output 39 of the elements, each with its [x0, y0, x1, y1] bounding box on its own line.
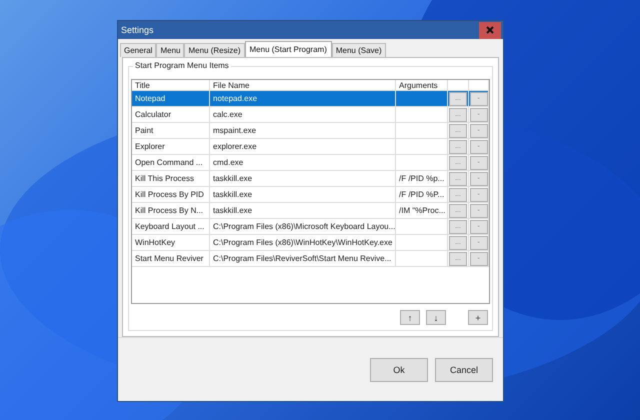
table-cell: C:\Program Files (x86)\WinHotKey\WinHotKey.exe [210, 235, 396, 251]
group-title: Start Program Menu Items [133, 61, 231, 70]
window-title: Settings [121, 25, 154, 35]
table-cell: Explorer [132, 139, 210, 155]
table-cell: C:\Program Files\ReviverSoft\Start Menu Revive... [210, 251, 396, 267]
tab[interactable]: General [120, 43, 156, 57]
table-cell: Notepad [132, 91, 210, 107]
tab[interactable]: Menu [156, 43, 184, 57]
table-cell: Calculator [132, 107, 210, 123]
table-cell: Kill Process By N... [132, 203, 210, 219]
table-cell: taskkill.exe [210, 171, 396, 187]
table-cell: notepad.exe [210, 91, 396, 107]
table-cell: WinHotKey [132, 235, 210, 251]
table-cell: Keyboard Layout ... [132, 219, 210, 235]
tab[interactable]: Menu (Start Program) [244, 41, 332, 57]
move-down-button[interactable]: ↓ [426, 310, 446, 325]
table-cell: /IM "%Proc... [396, 203, 448, 219]
add-button[interactable]: + [468, 310, 488, 325]
table-cell: mspaint.exe [210, 123, 396, 139]
table-cell: Kill Process By PID [132, 187, 210, 203]
close-button[interactable] [479, 22, 501, 38]
table-cell: Start Menu Reviver [132, 251, 210, 267]
dialog-button[interactable]: Cancel [435, 358, 493, 382]
dialog-button[interactable]: Ok [370, 358, 428, 382]
close-icon [486, 26, 494, 34]
table-cell: /F /PID %p... [396, 171, 448, 187]
table-cell: /F /PID %P... [396, 187, 448, 203]
table-cell: Open Command ... [132, 155, 210, 171]
table-cell: taskkill.exe [210, 203, 396, 219]
table-cell: Kill This Process [132, 171, 210, 187]
move-up-button[interactable]: ↑ [400, 310, 420, 325]
tab[interactable]: Menu (Save) [332, 43, 386, 57]
tab[interactable]: Menu (Resize) [184, 43, 244, 57]
table-cell: cmd.exe [210, 155, 396, 171]
table-cell: taskkill.exe [210, 187, 396, 203]
table-cell: explorer.exe [210, 139, 396, 155]
table-cell: Paint [132, 123, 210, 139]
table-cell: calc.exe [210, 107, 396, 123]
table-cell: C:\Program Files (x86)\Microsoft Keyboard Layou... [210, 219, 396, 235]
